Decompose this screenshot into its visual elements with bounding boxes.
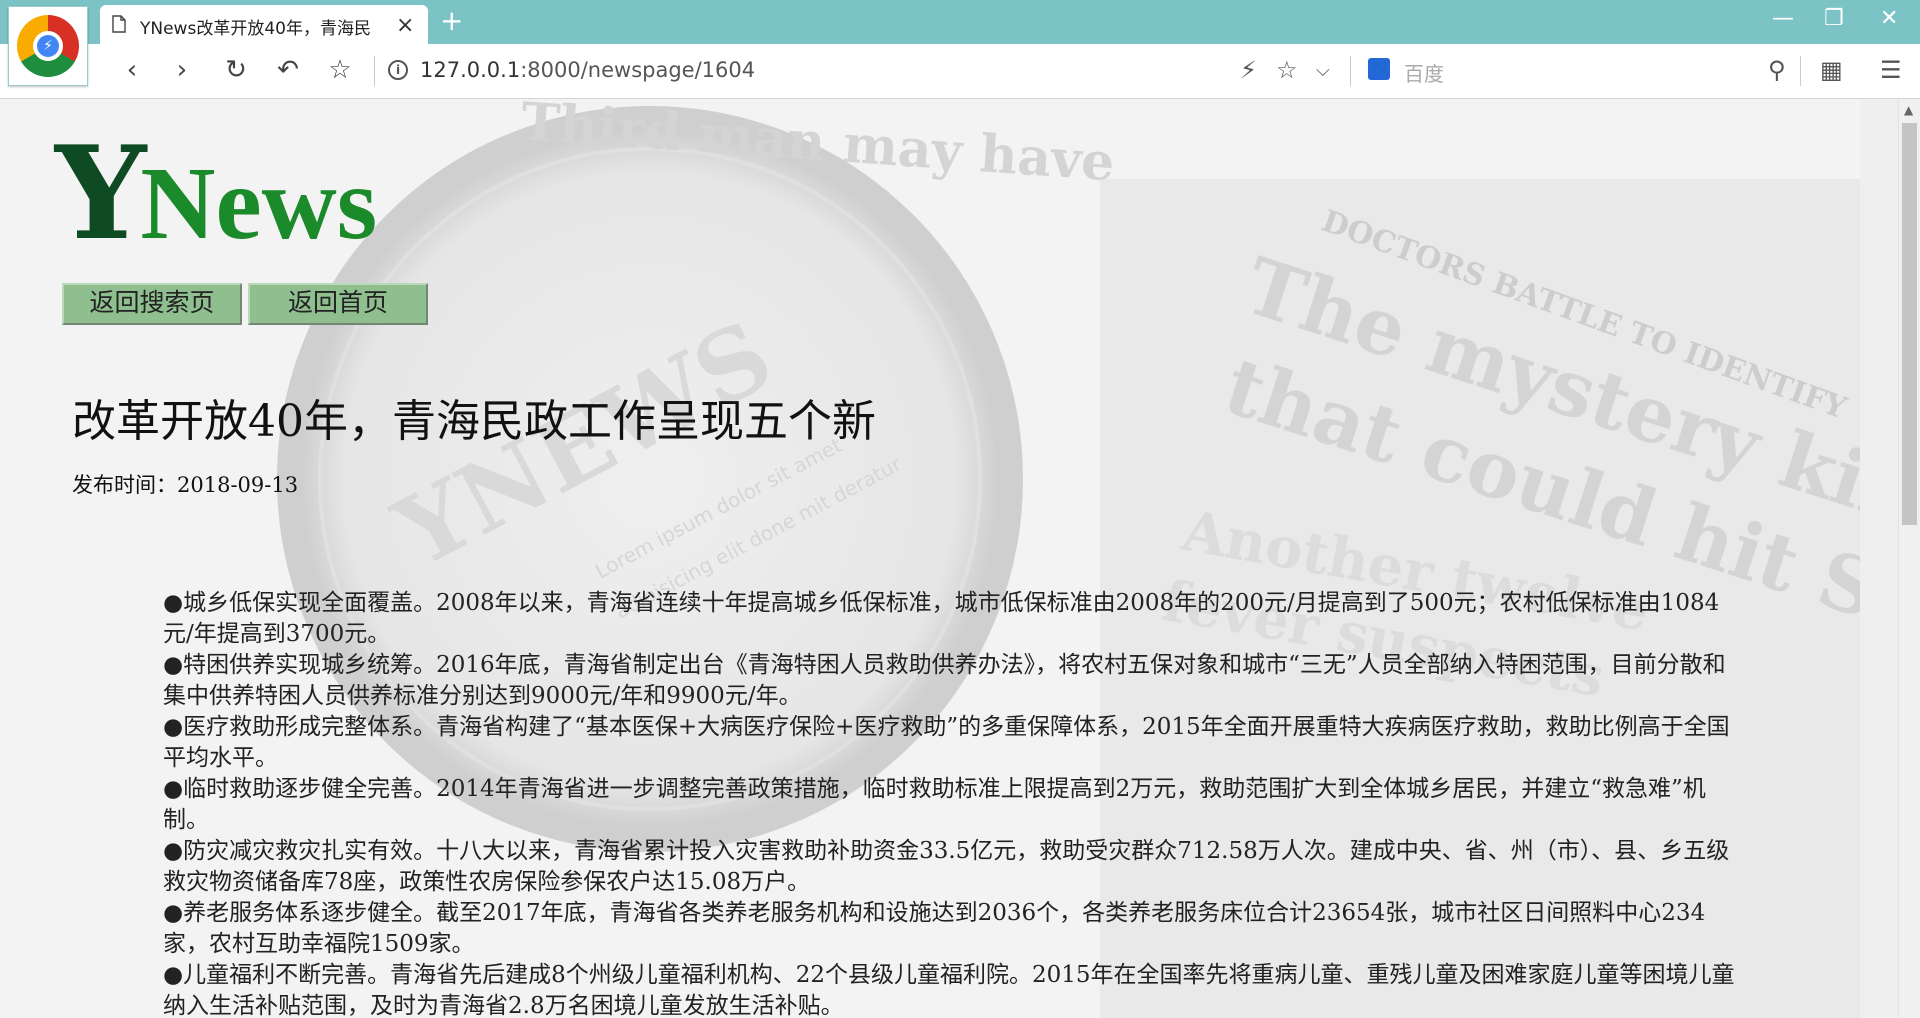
article-paragraph: ●儿童福利不断完善。青海省先后建成8个州级儿童福利机构、22个县级儿童福利院。2… (163, 962, 1735, 1018)
article-paragraph: ●养老服务体系逐步健全。截至2017年底，青海省各类养老服务机构和设施达到203… (163, 900, 1706, 957)
qr-code-icon[interactable]: ▦ (1820, 56, 1843, 84)
browser-tab[interactable]: YNews改革开放40年，青海民 × (100, 5, 428, 44)
url-path: :8000/newspage/1604 (520, 58, 756, 82)
search-icon[interactable]: ⚲ (1768, 56, 1786, 84)
page-viewport: Third man may have DOCTORS BATTLE TO IDE… (0, 99, 1898, 1018)
article-paragraph: ●特困供养实现城乡统筹。2016年底，青海省制定出台《青海特困人员救助供养办法》… (163, 652, 1726, 709)
logo-letter-y: Y (55, 119, 146, 269)
address-bar[interactable]: 127.0.0.1:8000/newspage/1604 (420, 58, 755, 82)
favorite-star-icon[interactable]: ☆ (1276, 56, 1298, 84)
article-paragraph: ●防灾减灾救灾扎实有效。十八大以来，青海省累计投入灾害救助补助资金33.5亿元，… (163, 838, 1730, 895)
menu-icon[interactable]: ☰ (1880, 56, 1902, 84)
search-box[interactable]: 百度 (1404, 58, 1444, 87)
tab-title: YNews改革开放40年，青海民 (140, 19, 371, 36)
article-title: 改革开放40年，青海民政工作呈现五个新 (72, 396, 876, 447)
tab-close-icon[interactable]: × (396, 13, 414, 38)
lightning-icon[interactable]: ⚡ (1240, 56, 1257, 84)
page-icon (112, 15, 126, 33)
scroll-thumb[interactable] (1902, 123, 1917, 525)
publish-date: 2018-09-13 (177, 473, 299, 497)
publish-line: 发布时间：2018-09-13 (72, 469, 298, 499)
reload-icon[interactable]: ↻ (220, 54, 252, 86)
minimize-icon[interactable]: — (1772, 6, 1794, 31)
restore-icon[interactable]: ❐ (1824, 6, 1844, 31)
site-info-icon[interactable]: i (388, 60, 408, 80)
article-paragraph: ●临时救助逐步健全完善。2014年青海省进一步调整完善政策措施，临时救助标准上限… (163, 776, 1706, 833)
back-icon[interactable]: ‹ (116, 54, 148, 86)
back-to-home-button[interactable]: 返回首页 (248, 283, 428, 325)
article-paragraph: ●医疗救助形成完整体系。青海省构建了“基本医保+大病医疗保险+医疗救助”的多重保… (163, 714, 1730, 771)
publish-label: 发布时间： (72, 473, 177, 497)
forward-icon[interactable]: › (166, 54, 198, 86)
chevron-down-icon[interactable]: ⌵ (1316, 60, 1330, 81)
browser-toolbar: ‹ › ↻ ↶ ☆ i 127.0.0.1:8000/newspage/1604… (0, 44, 1920, 99)
scroll-up-arrow-icon[interactable]: ▲ (1904, 103, 1913, 117)
close-window-icon[interactable]: ✕ (1880, 6, 1898, 31)
article-body: ●城乡低保实现全面覆盖。2008年以来，青海省连续十年提高城乡低保标准，城市低保… (163, 588, 1743, 1018)
new-tab-button[interactable]: + (440, 4, 463, 37)
browser-logo-icon[interactable]: ⚡ (8, 6, 88, 86)
vertical-scrollbar[interactable]: ▲ (1898, 99, 1920, 1018)
baidu-paw-icon[interactable]: 🐾 (1368, 58, 1390, 80)
site-logo: YNews (55, 119, 377, 269)
browser-tab-bar: YNews改革开放40年，青海民 × + — ❐ ✕ (0, 0, 1920, 44)
logo-word-news: News (140, 146, 378, 261)
bookmark-star-icon[interactable]: ☆ (324, 54, 356, 86)
article-paragraph: ●城乡低保实现全面覆盖。2008年以来，青海省连续十年提高城乡低保标准，城市低保… (163, 590, 1720, 647)
toolbar-divider (374, 56, 375, 86)
toolbar-divider (1350, 56, 1351, 86)
undo-icon[interactable]: ↶ (272, 54, 304, 86)
url-host: 127.0.0.1 (420, 58, 521, 82)
toolbar-divider (1800, 56, 1801, 86)
back-to-search-button[interactable]: 返回搜索页 (62, 283, 242, 325)
